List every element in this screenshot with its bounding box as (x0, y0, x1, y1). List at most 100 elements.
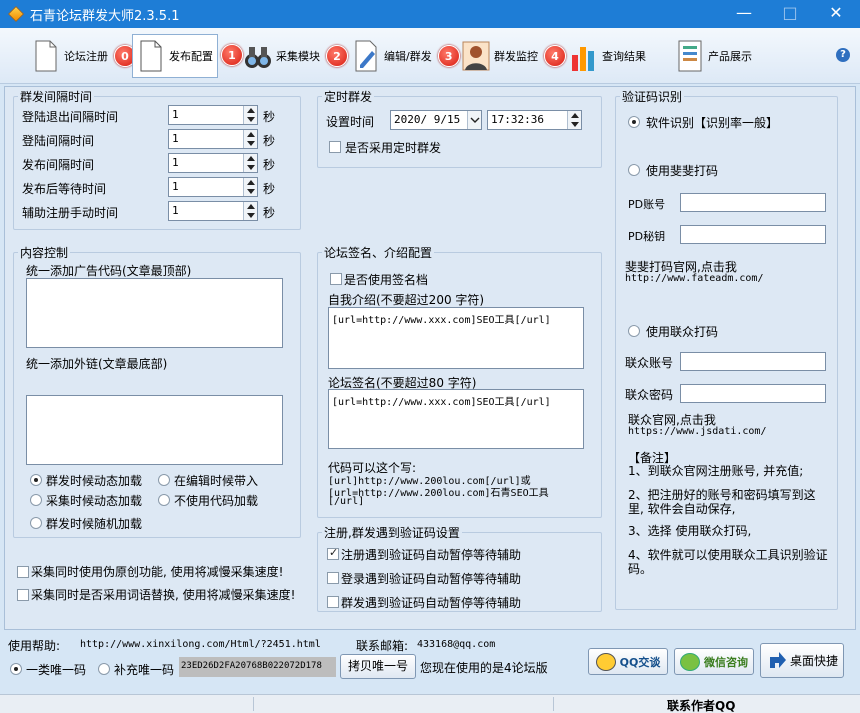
catalog-icon (676, 39, 704, 73)
minimize-button[interactable]: — (724, 0, 764, 28)
interval-label: 登陆间隔时间 (22, 134, 95, 148)
note-line: 1、到联众官网注册账号, 并充值; (628, 464, 804, 478)
close-button[interactable]: ✕ (816, 0, 856, 28)
lz-link[interactable]: https://www.jsdati.com/ (628, 426, 766, 437)
help-link[interactable]: http://www.xinxilong.com/Html/?2451.html (80, 639, 321, 650)
signature-textarea[interactable]: [url=http://www.xxx.com]SEO工具[/url] (328, 389, 584, 449)
lianzhong-radio[interactable] (628, 325, 640, 337)
tab-label: 查询结果 (602, 50, 646, 63)
load-option-radio[interactable] (30, 517, 42, 529)
tab-edit-post[interactable]: 编辑/群发 3 (352, 34, 460, 78)
copy-code-button[interactable]: 拷贝唯一号 (340, 654, 416, 679)
soft-recognition-label: 软件识别【识别率一般】 (646, 116, 779, 130)
tab-publish-config[interactable]: 发布配置 (132, 34, 218, 78)
step-badge: 3 (437, 45, 460, 67)
toolbar: 论坛注册 0 发布配置 1 采集模块 2 编辑/群发 3 群发监控 4 查询结果 (0, 28, 860, 84)
window-title: 石青论坛群发大师2.3.5.1 (30, 9, 180, 24)
load-option-label: 采集时候动态加载 (46, 494, 143, 508)
pseudo-original-checkbox[interactable] (17, 566, 29, 578)
fateadm-label: 使用斐斐打码 (646, 164, 719, 178)
word-replace-checkbox[interactable] (17, 589, 29, 601)
intro-label: 自我介绍(不要超过200 字符) (328, 293, 485, 307)
pd-account-label: PD账号 (628, 198, 666, 211)
link-bottom-textarea[interactable] (26, 395, 283, 465)
help-icon[interactable]: ? (836, 48, 850, 62)
group-title: 群发间隔时间 (18, 88, 95, 105)
unique-code-field[interactable]: 23ED26D2FA20768B022072D178 (179, 657, 336, 677)
use-schedule-checkbox[interactable] (329, 141, 341, 153)
chevron-down-icon[interactable] (467, 111, 481, 129)
group-title: 内容控制 (18, 244, 71, 261)
interval-label: 辅助注册手动时间 (22, 206, 119, 220)
tab-label: 发布配置 (169, 50, 213, 63)
load-option-label: 群发时候动态加载 (46, 474, 143, 488)
shortcut-arrow-icon (766, 648, 788, 673)
binoculars-icon (244, 39, 272, 73)
app-icon (8, 6, 24, 22)
lz-account-label: 联众账号 (625, 356, 674, 370)
desktop-shortcut-button[interactable]: 桌面快捷 (760, 643, 844, 678)
unit-label: 秒 (263, 158, 276, 172)
tab-product-showcase[interactable]: 产品展示 (676, 34, 752, 78)
interval-label: 登陆退出间隔时间 (22, 110, 119, 124)
maximize-button[interactable]: □ (770, 0, 810, 28)
load-option-radio[interactable] (158, 474, 170, 486)
lz-password-input[interactable] (680, 384, 826, 403)
fateadm-link[interactable]: http://www.fateadm.com/ (625, 273, 763, 284)
help-label: 使用帮助: (8, 639, 61, 653)
load-option-radio[interactable] (30, 494, 42, 506)
interval-spinner[interactable]: 1 (168, 129, 258, 149)
post-captcha-checkbox[interactable] (327, 596, 339, 608)
register-captcha-checkbox[interactable] (327, 546, 339, 560)
tab-post-monitor[interactable]: 群发监控 4 (462, 34, 566, 78)
tab-collect-module[interactable]: 采集模块 2 (244, 34, 348, 78)
code-type-radio[interactable] (10, 663, 22, 675)
pd-account-input[interactable] (680, 193, 826, 212)
ad-top-textarea[interactable] (26, 278, 283, 348)
pseudo-original-label: 采集同时使用伪原创功能, 使用将减慢采集速度! (31, 565, 284, 579)
user-icon (462, 39, 490, 73)
code-type-radio[interactable] (98, 663, 110, 675)
lz-account-input[interactable] (680, 352, 826, 371)
status-divider (553, 697, 554, 711)
qq-chat-button[interactable]: QQ交谈 (588, 648, 668, 675)
note-line: 4、软件就可以使用联众工具识别验证码。 (628, 548, 828, 576)
interval-spinner[interactable]: 1 (168, 201, 258, 221)
soft-recognition-radio[interactable] (628, 116, 640, 128)
group-title: 定时群发 (322, 88, 375, 105)
tab-query-results[interactable]: 查询结果 (570, 34, 646, 78)
time-picker[interactable]: 17:32:36 (487, 110, 582, 130)
interval-spinner[interactable]: 1 (168, 105, 258, 125)
word-replace-label: 采集同时是否采用词语替换, 使用将减慢采集速度! (31, 588, 296, 602)
code-type-label: 一类唯一码 (26, 663, 87, 677)
login-captcha-checkbox[interactable] (327, 572, 339, 584)
document-icon (32, 39, 60, 73)
interval-spinner[interactable]: 1 (168, 177, 258, 197)
version-text: 您现在使用的是4论坛版 (420, 661, 548, 675)
interval-spinner[interactable]: 1 (168, 153, 258, 173)
email-value: 433168@qq.com (417, 639, 496, 650)
load-option-radio[interactable] (158, 494, 170, 506)
note-line: 3、选择 使用联众打码, (628, 524, 752, 538)
wechat-button[interactable]: 微信咨询 (674, 648, 754, 675)
pd-key-label: PD秘钥 (628, 230, 666, 243)
intro-textarea[interactable]: [url=http://www.xxx.com]SEO工具[/url] (328, 307, 584, 369)
register-captcha-label: 注册遇到验证码自动暂停等待辅助 (341, 548, 522, 562)
interval-label: 发布后等待时间 (22, 182, 107, 196)
unit-label: 秒 (263, 110, 276, 124)
contact-author[interactable]: 联系作者QQ (667, 697, 735, 713)
code-type-label: 补充唯一码 (114, 663, 175, 677)
post-captcha-label: 群发遇到验证码自动暂停等待辅助 (341, 596, 522, 610)
step-badge: 1 (221, 44, 243, 66)
tab-label: 编辑/群发 (384, 50, 432, 63)
wechat-button-label: 微信咨询 (704, 655, 748, 669)
fateadm-radio[interactable] (628, 164, 640, 176)
pd-key-input[interactable] (680, 225, 826, 244)
date-picker[interactable]: 2020/ 9/15 (390, 110, 482, 130)
tab-forum-register[interactable]: 论坛注册 0 (32, 34, 136, 78)
use-signature-checkbox[interactable] (330, 273, 342, 285)
status-bar: 联系作者QQ (0, 694, 860, 713)
load-option-radio[interactable] (30, 474, 42, 486)
tab-label: 论坛注册 (64, 50, 108, 63)
step-badge: 2 (326, 45, 348, 67)
